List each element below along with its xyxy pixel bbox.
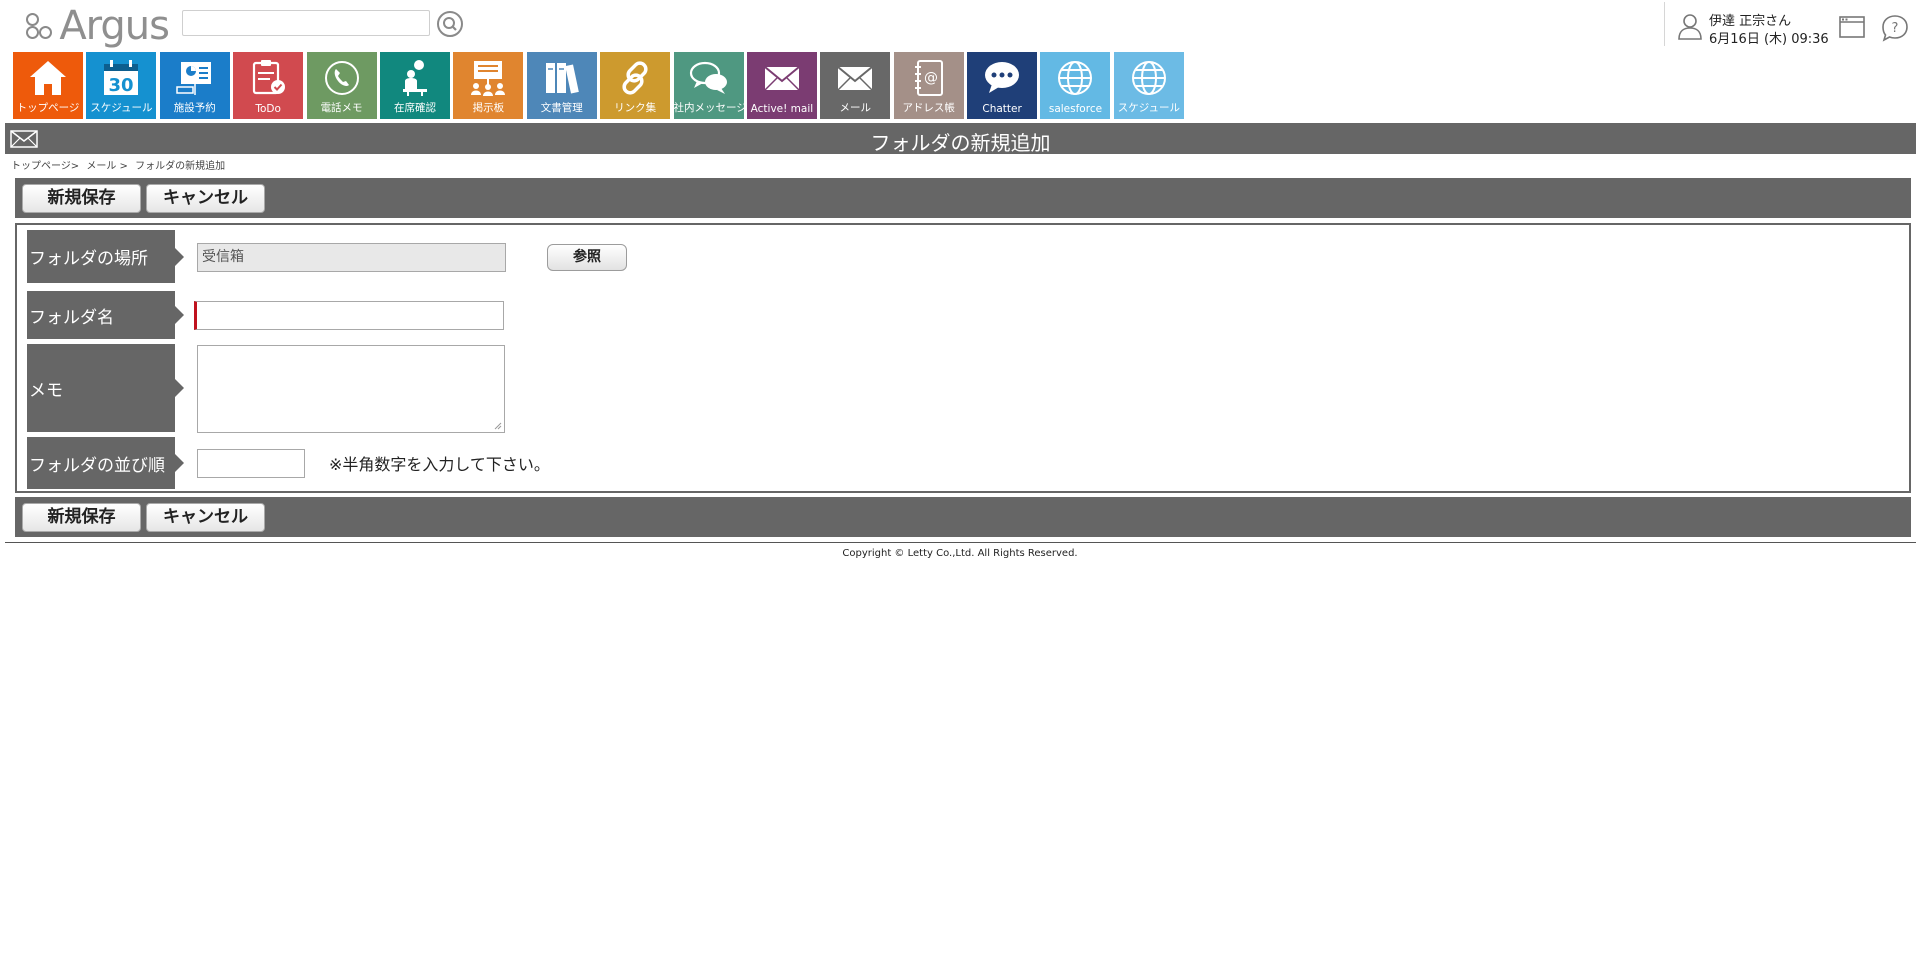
globe-icon xyxy=(1131,61,1166,95)
footer-divider xyxy=(5,542,1916,543)
page-title-bar: フォルダの新規追加 xyxy=(5,123,1916,155)
tile-label: ToDo xyxy=(255,103,281,115)
calendar-day: 30 xyxy=(109,75,134,96)
globe-icon xyxy=(1058,61,1093,95)
folder-order-input[interactable] xyxy=(197,449,305,478)
tile-label: 掲示板 xyxy=(472,102,505,114)
tile-schedule-link[interactable]: スケジュール xyxy=(1113,52,1184,119)
tile-bulletin-board[interactable]: 掲示板 xyxy=(453,52,524,119)
folder-location-field: 受信箱 xyxy=(197,243,506,272)
tile-schedule[interactable]: 30 スケジュール xyxy=(86,52,157,119)
tile-label: 施設予約 xyxy=(173,102,216,114)
help-icon[interactable]: ? xyxy=(1881,14,1909,42)
cancel-button[interactable]: キャンセル xyxy=(146,503,265,532)
breadcrumb-current: フォルダの新規追加 xyxy=(135,161,226,172)
phone-icon xyxy=(324,61,359,95)
mail-icon xyxy=(764,66,800,91)
breadcrumb: トップページ> メール > フォルダの新規追加 xyxy=(11,157,229,172)
search-button[interactable] xyxy=(436,10,464,38)
facility-icon xyxy=(176,62,211,95)
tile-label: Active! mail xyxy=(750,103,814,115)
memo-textarea[interactable] xyxy=(197,345,505,433)
address-book-icon: @ xyxy=(914,60,943,96)
folder-name-label: フォルダ名 xyxy=(27,291,184,339)
tile-label: アドレス帳 xyxy=(902,102,955,114)
board-icon xyxy=(471,61,506,96)
window-icon[interactable] xyxy=(1839,16,1865,38)
folder-name-input[interactable] xyxy=(194,301,504,330)
tile-chatter[interactable]: Chatter xyxy=(967,52,1038,119)
resize-grip-icon[interactable] xyxy=(494,422,502,430)
tile-label: 在席確認 xyxy=(393,102,436,114)
tile-internal-message[interactable]: 社内メッセージ xyxy=(673,52,744,119)
tile-top-page[interactable]: トップページ xyxy=(13,52,83,119)
svg-text:?: ? xyxy=(1892,21,1899,36)
save-button[interactable]: 新規保存 xyxy=(22,503,141,532)
breadcrumb-mail[interactable]: メール > xyxy=(86,161,128,172)
tile-phone-memo[interactable]: 電話メモ xyxy=(306,52,377,119)
folder-location-label: フォルダの場所 xyxy=(27,230,184,283)
link-icon xyxy=(622,61,648,95)
search-input[interactable] xyxy=(182,10,430,36)
tile-label: トップページ xyxy=(16,102,80,114)
tile-facility-booking[interactable]: 施設予約 xyxy=(159,52,230,119)
todo-icon xyxy=(253,60,286,95)
tile-label: salesforce xyxy=(1048,103,1103,115)
message-icon xyxy=(689,61,727,94)
breadcrumb-top-page[interactable]: トップページ> xyxy=(11,161,79,172)
mail-icon xyxy=(837,66,873,91)
folder-order-label: フォルダの並び順 xyxy=(27,437,184,489)
svg-text:@: @ xyxy=(924,70,938,86)
tile-mail[interactable]: メール xyxy=(820,52,891,119)
save-button[interactable]: 新規保存 xyxy=(22,184,141,213)
tile-label: メール xyxy=(839,102,872,114)
documents-icon xyxy=(545,63,579,94)
home-icon xyxy=(30,61,66,95)
tile-active-mail[interactable]: Active! mail xyxy=(746,52,817,119)
tile-label: 社内メッセージ xyxy=(673,102,744,114)
tile-document-management[interactable]: 文書管理 xyxy=(526,52,597,119)
tile-label: リンク集 xyxy=(614,102,657,114)
tile-label: 電話メモ xyxy=(320,102,363,114)
folder-order-hint: ※半角数字を入力して下さい。 xyxy=(329,455,550,474)
chatter-icon xyxy=(985,62,1020,93)
browse-button[interactable]: 参照 xyxy=(547,244,627,271)
tile-address-book[interactable]: @ アドレス帳 xyxy=(893,52,964,119)
copyright: Copyright © Letty Co.,Ltd. All Rights Re… xyxy=(842,548,1078,559)
folder-form: フォルダの場所 受信箱 参照 フォルダ名 メモ フォルダの並び順 ※半角数字を入… xyxy=(15,223,1911,493)
page-title: フォルダの新規追加 xyxy=(870,131,1051,155)
argus-logo[interactable]: Argus xyxy=(24,3,170,49)
action-bar-top: 新規保存 キャンセル xyxy=(15,178,1911,218)
user-icon[interactable] xyxy=(1677,12,1703,40)
tile-todo[interactable]: ToDo xyxy=(233,52,304,119)
tile-label: スケジュール xyxy=(90,102,153,114)
tile-label: Chatter xyxy=(982,103,1022,115)
tile-salesforce[interactable]: salesforce xyxy=(1040,52,1111,119)
tile-label: 文書管理 xyxy=(540,102,583,114)
cancel-button[interactable]: キャンセル xyxy=(146,184,265,213)
presence-icon xyxy=(402,60,427,96)
search-icon xyxy=(437,11,463,37)
logo-text: Argus xyxy=(59,3,170,49)
current-datetime: 6月16日 (木) 09:36 xyxy=(1709,32,1829,47)
action-bar-bottom: 新規保存 キャンセル xyxy=(15,497,1911,537)
user-area: 伊達 正宗さん 6月16日 (木) 09:36 ? xyxy=(1664,2,1920,47)
memo-label: メモ xyxy=(27,344,184,432)
user-name: 伊達 正宗さん xyxy=(1709,14,1792,29)
app-launcher: トップページ 30 スケジュール 施設予約 ToDo 電話メモ 在席確認 掲示板… xyxy=(13,52,1187,119)
logo-mark-icon xyxy=(24,9,57,43)
tile-presence[interactable]: 在席確認 xyxy=(379,52,450,119)
tile-label: スケジュール xyxy=(1117,102,1180,114)
calendar-icon: 30 xyxy=(104,60,139,96)
header: Argus 伊達 正宗さん 6月16日 (木) 09:36 ? xyxy=(0,0,1920,50)
tile-links[interactable]: リンク集 xyxy=(600,52,671,119)
